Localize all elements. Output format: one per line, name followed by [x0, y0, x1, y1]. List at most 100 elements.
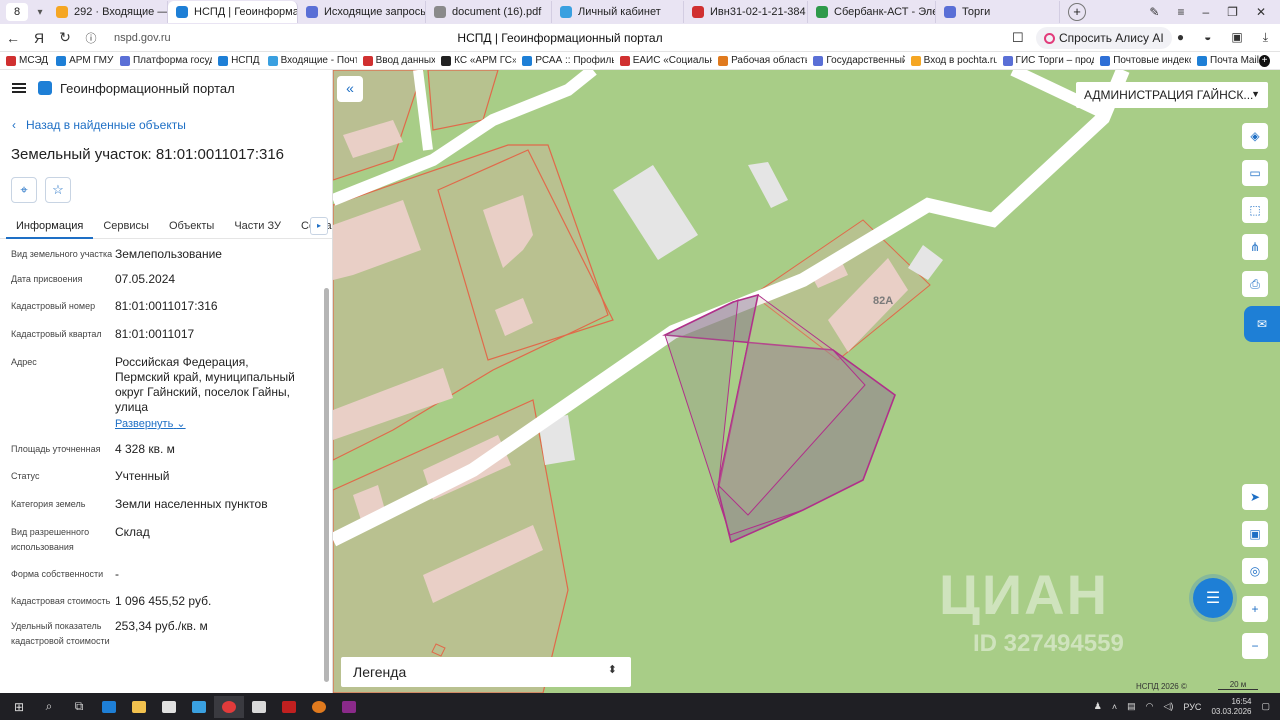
scrollbar-thumb[interactable] — [324, 288, 329, 682]
zoom-out-button[interactable]: − — [1242, 633, 1268, 659]
download-icon[interactable]: ⤓ — [1263, 30, 1268, 45]
bookmark-item[interactable]: ГИС Торги – прод — [997, 55, 1094, 66]
taskbar-app[interactable] — [124, 696, 154, 718]
taskbar-app[interactable] — [154, 696, 184, 718]
menu-icon[interactable]: ≡ — [1177, 5, 1184, 19]
bookmark-item[interactable]: МСЭД — [0, 55, 50, 66]
geolocation-button[interactable]: ➤ — [1242, 484, 1268, 510]
chat-button[interactable]: ☰ — [1193, 578, 1233, 618]
add-bookmark-icon[interactable]: + — [1259, 54, 1270, 67]
browser-tab[interactable]: Личный кабинет — [552, 1, 684, 23]
restore-icon[interactable]: ❐ — [1227, 5, 1238, 19]
collections-icon[interactable]: ▣ — [1231, 30, 1242, 45]
ask-alice-button[interactable]: Спросить Алису AI — [1036, 27, 1172, 49]
browser-tab[interactable]: Торги — [936, 1, 1060, 23]
browser-tab[interactable]: Исходящие запросы — [298, 1, 426, 23]
chevron-up-icon[interactable]: ˄ — [1112, 702, 1117, 712]
prop-row: Площадь уточненная 4 328 кв. м — [11, 442, 175, 456]
map-canvas[interactable]: 82А ЦИАН ID 327494559 « АДМИНИСТРАЦИЯ ГА… — [333, 70, 1280, 693]
protect-icon[interactable]: ◒ — [1204, 30, 1211, 45]
extension-icon[interactable]: ● — [1177, 30, 1184, 45]
bookmark-item[interactable]: Ввод данных — [357, 55, 435, 66]
legend-toggle[interactable]: Легенда ⬍ — [341, 657, 631, 687]
tab-information[interactable]: Информация — [6, 217, 94, 239]
browser-tab[interactable]: document (16).pdf — [426, 1, 552, 23]
chat-icon: ☰ — [1205, 590, 1221, 607]
location-icon: ◎ — [1249, 564, 1261, 578]
person-icon[interactable]: ♟ — [1094, 701, 1102, 712]
browser-tab[interactable]: 292 · Входящие — Яндекс — [48, 1, 168, 23]
properties-list: Вид земельного участка Землепользование Д… — [0, 239, 332, 649]
tab-parts[interactable]: Части ЗУ — [224, 217, 291, 239]
wand-icon[interactable]: ✎ — [1149, 5, 1159, 19]
taskbar-app-active[interactable] — [214, 695, 244, 718]
bookmark-item[interactable]: РСАА :: Профиль — [516, 55, 614, 66]
expand-address-link[interactable]: Развернуть ⌄ — [115, 417, 305, 432]
feedback-button[interactable]: ✉ — [1244, 306, 1280, 342]
new-tab-button[interactable]: + — [1068, 3, 1086, 21]
bookmark-item[interactable]: Вход в pochta.ru — [905, 55, 997, 66]
chevron-down-icon[interactable]: ▾ — [32, 7, 48, 18]
network-icon[interactable]: ▤ — [1127, 701, 1136, 712]
menu-icon[interactable] — [12, 83, 26, 93]
admin-select[interactable]: АДМИНИСТРАЦИЯ ГАЙНСК... ▼ — [1076, 82, 1268, 108]
notifications-icon[interactable]: ▢ — [1261, 701, 1270, 712]
taskbar-app[interactable] — [244, 696, 274, 718]
bookmark-item[interactable]: НСПД — [212, 55, 262, 66]
start-button[interactable]: ⊞ — [4, 696, 34, 718]
print-button[interactable]: ⎙ — [1242, 271, 1268, 297]
bookmark-item[interactable]: Государственный — [807, 55, 905, 66]
browser-tab[interactable]: Сбербанк-АСТ - Электр — [808, 1, 936, 23]
bookmark-item[interactable]: Почта Mail — [1191, 55, 1259, 66]
building — [613, 165, 698, 260]
bookmark-item[interactable]: Входящие - Почт — [262, 55, 357, 66]
search-button[interactable]: ⌕ — [34, 696, 64, 718]
browser-tab-active[interactable]: НСПД | Геоинформац✕ — [168, 1, 298, 23]
bookmark-item[interactable]: Платформа госуд — [114, 55, 212, 66]
tab-counter[interactable]: 8 — [6, 3, 28, 21]
layers-button[interactable]: ◈ — [1242, 123, 1268, 149]
bookmark-item[interactable]: Рабочая область — [712, 55, 807, 66]
minimap-button[interactable]: ▣ — [1242, 521, 1268, 547]
bookmark-item[interactable]: Почтовые индекс — [1094, 55, 1191, 66]
app-icon — [282, 700, 296, 713]
bookmark-favicon — [813, 55, 824, 66]
tabs-scroll-right-button[interactable]: ▸ — [310, 217, 328, 235]
language-indicator[interactable]: РУС — [1183, 702, 1201, 712]
close-window-icon[interactable]: ✕ — [1256, 5, 1266, 19]
task-view-button[interactable]: ⧉ — [64, 696, 94, 718]
tab-objects[interactable]: Объекты — [159, 217, 224, 239]
minimize-icon[interactable]: – — [1202, 5, 1209, 19]
wifi-icon[interactable]: ◠ — [1146, 701, 1154, 712]
browser-tab[interactable]: Ивн31-02-1-21-384 от 0 — [684, 1, 808, 23]
volume-icon[interactable]: ◁) — [1163, 701, 1173, 712]
measure-button[interactable]: ▭ — [1242, 160, 1268, 186]
back-to-results-link[interactable]: ‹ Назад в найденные объекты — [12, 118, 332, 132]
zoom-to-object-button[interactable]: ⌖ — [11, 177, 37, 203]
collapse-panel-button[interactable]: « — [337, 76, 363, 102]
taskbar-app[interactable] — [274, 696, 304, 718]
prop-row: Вид разрешенного использования Склад — [11, 525, 150, 552]
info-tabs: Информация Сервисы Объекты Части ЗУ Сост… — [0, 217, 332, 239]
clock[interactable]: 16:54 03.03.2026 — [1211, 697, 1251, 717]
taskbar-app[interactable] — [94, 696, 124, 718]
taskbar-app[interactable] — [304, 696, 334, 718]
zoom-in-button[interactable]: + — [1242, 596, 1268, 622]
windows-icon: ⊞ — [13, 699, 25, 714]
taskbar-app[interactable] — [334, 696, 364, 718]
browser-tabstrip: 8 ▾ 292 · Входящие — Яндекс НСПД | Геоин… — [0, 0, 1280, 24]
select-area-button[interactable]: ⬚ — [1242, 197, 1268, 223]
my-location-button[interactable]: ◎ — [1242, 558, 1268, 584]
map-drawing: 82А — [333, 70, 1130, 693]
tab-services[interactable]: Сервисы — [93, 217, 159, 239]
bookmark-item[interactable]: КС «АРМ ГС» — [435, 55, 516, 66]
bookmark-item[interactable]: ЕАИС «Социальн — [614, 55, 712, 66]
favorite-button[interactable]: ☆ — [45, 177, 71, 203]
bookmark-item[interactable]: АРМ ГМУ — [50, 55, 114, 66]
object-info-panel: Геоинформационный портал ‹ Назад в найде… — [0, 70, 333, 693]
bookmark-favicon — [1197, 55, 1208, 66]
bookmark-icon[interactable]: ☐ — [1012, 30, 1024, 46]
panel-scrollbar[interactable] — [324, 242, 330, 692]
taskbar-app[interactable] — [184, 696, 214, 718]
share-button[interactable]: ⋔ — [1242, 234, 1268, 260]
